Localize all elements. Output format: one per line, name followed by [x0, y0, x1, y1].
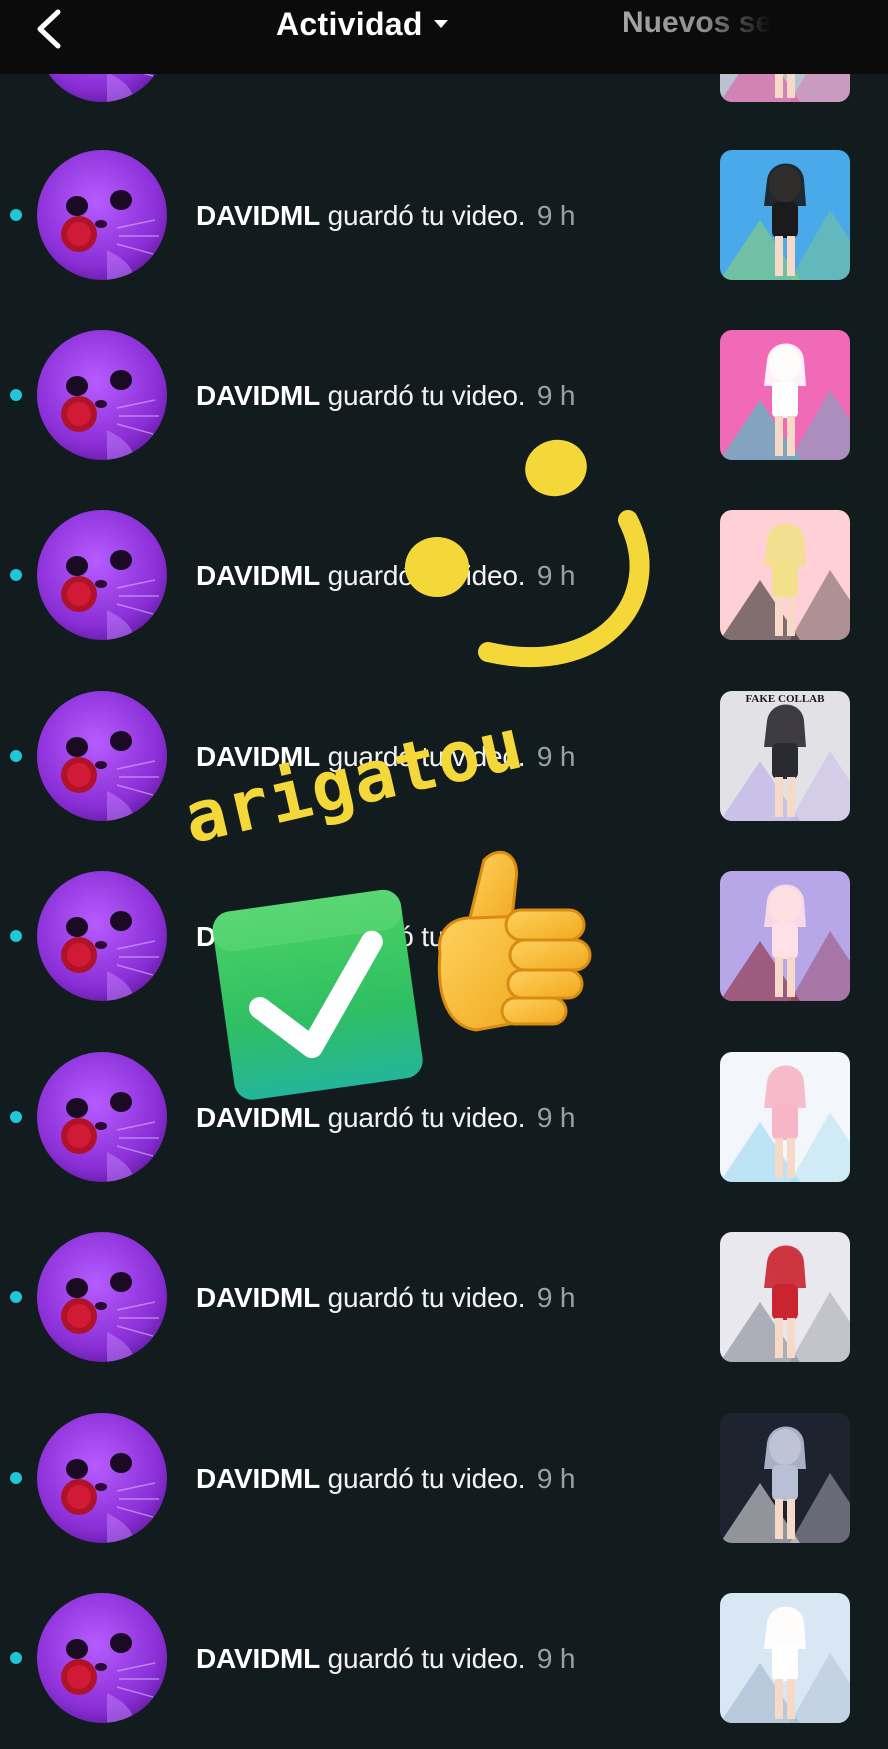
unread-indicator — [10, 1291, 22, 1303]
activity-text: DAVIDML guardó tu video. 9 h — [196, 380, 575, 412]
activity-time: 9 h — [536, 560, 576, 591]
activity-action: guardó tu video. — [327, 1102, 526, 1133]
activity-time: 9 h — [536, 741, 576, 772]
activity-text: DAVIDML guardó tu video. 9 h — [196, 741, 575, 773]
username-link[interactable]: DAVIDML — [196, 200, 320, 231]
activity-time: 9 h — [536, 1643, 576, 1674]
chevron-left-icon — [37, 9, 61, 49]
video-thumbnail[interactable] — [720, 510, 850, 640]
video-thumbnail[interactable] — [720, 330, 850, 460]
activity-action: guardó tu video. — [327, 921, 526, 952]
activity-action: guardó tu video. — [327, 200, 526, 231]
avatar[interactable] — [37, 1052, 167, 1182]
activity-action: guardó tu video. — [327, 1282, 526, 1313]
username-link[interactable]: DAVIDML — [196, 1643, 320, 1674]
unread-indicator — [10, 1652, 22, 1664]
avatar[interactable] — [37, 330, 167, 460]
activity-time: 9 h — [536, 1282, 576, 1313]
activity-row[interactable]: DAVIDML guardó tu video. 9 h — [0, 306, 888, 486]
activity-text: DAVIDML guardó tu video. 9 h — [196, 1643, 575, 1675]
activity-text: DAVIDML guardó tu video. 9 h — [196, 560, 575, 592]
video-thumbnail[interactable] — [720, 1232, 850, 1362]
top-bar: Actividad Nuevos se — [0, 0, 888, 74]
video-thumbnail[interactable] — [720, 871, 850, 1001]
activity-action: guardó tu video. — [327, 560, 526, 591]
activity-dropdown[interactable]: Actividad — [276, 2, 449, 46]
activity-row[interactable]: DAVIDML guardó tu video. 9 h — [0, 1389, 888, 1569]
username-link[interactable]: DAVIDML — [196, 560, 320, 591]
activity-text: DAVIDML guardó tu video. 9 h — [196, 1282, 575, 1314]
unread-indicator — [10, 389, 22, 401]
unread-indicator — [10, 1472, 22, 1484]
video-thumbnail[interactable]: FAKE COLLAB — [720, 691, 850, 821]
tab-new-followers[interactable]: Nuevos se — [622, 6, 772, 40]
thumbnail-caption: FAKE COLLAB — [745, 693, 825, 705]
username-link[interactable]: DAVIDML — [196, 1102, 320, 1133]
activity-action: guardó tu video. — [327, 1463, 526, 1494]
activity-time: 9 h — [536, 921, 576, 952]
activity-row[interactable]: DAVIDML guardó tu video. 9 h FAKE COLLAB — [0, 667, 888, 847]
avatar[interactable] — [37, 150, 167, 280]
activity-text: DAVIDML guardó tu video. 9 h — [196, 1463, 575, 1495]
activity-row[interactable]: DAVIDML guardó tu video. 9 h — [0, 1208, 888, 1388]
activity-row[interactable]: DAVIDML guardó tu video. 9 h — [0, 486, 888, 666]
page-title: Actividad — [276, 5, 423, 42]
avatar[interactable] — [37, 510, 167, 640]
unread-indicator — [10, 569, 22, 581]
activity-text: DAVIDML guardó tu video. 9 h — [196, 200, 575, 232]
username-link[interactable]: DAVIDML — [196, 1463, 320, 1494]
activity-row[interactable]: DAVIDML guardó tu video. 9 h — [0, 1569, 888, 1749]
video-thumbnail[interactable] — [720, 1413, 850, 1543]
activity-action: guardó tu video. — [327, 380, 526, 411]
activity-row[interactable]: DAVIDML guardó tu video. 9 h — [0, 847, 888, 1027]
unread-indicator — [10, 750, 22, 762]
activity-row[interactable]: DAVIDML guardó tu video. 9 h — [0, 126, 888, 306]
activity-row[interactable]: DAVIDML guardó tu video. 9 h — [0, 1028, 888, 1208]
avatar[interactable] — [37, 691, 167, 821]
video-thumbnail[interactable] — [720, 150, 850, 280]
activity-time: 9 h — [536, 200, 576, 231]
activity-time: 9 h — [536, 1102, 576, 1133]
unread-indicator — [10, 1111, 22, 1123]
avatar[interactable] — [37, 1413, 167, 1543]
username-link[interactable]: DAVIDML — [196, 741, 320, 772]
video-thumbnail[interactable] — [720, 1052, 850, 1182]
back-button[interactable] — [30, 6, 70, 52]
caret-down-icon — [433, 20, 448, 28]
unread-indicator — [10, 209, 22, 221]
activity-time: 9 h — [536, 380, 576, 411]
activity-text: DAVIDML guardó tu video. 9 h — [196, 1102, 575, 1134]
username-link[interactable]: DAVIDML — [196, 380, 320, 411]
avatar[interactable] — [37, 1232, 167, 1362]
activity-text: DAVIDML guardó tu video. 9 h — [196, 921, 575, 953]
activity-action: guardó tu video. — [327, 741, 526, 772]
unread-indicator — [10, 930, 22, 942]
avatar[interactable] — [37, 871, 167, 1001]
activity-time: 9 h — [536, 1463, 576, 1494]
username-link[interactable]: DAVIDML — [196, 1282, 320, 1313]
activity-action: guardó tu video. — [327, 1643, 526, 1674]
username-link[interactable]: DAVIDML — [196, 921, 320, 952]
tab-fade — [760, 0, 888, 74]
